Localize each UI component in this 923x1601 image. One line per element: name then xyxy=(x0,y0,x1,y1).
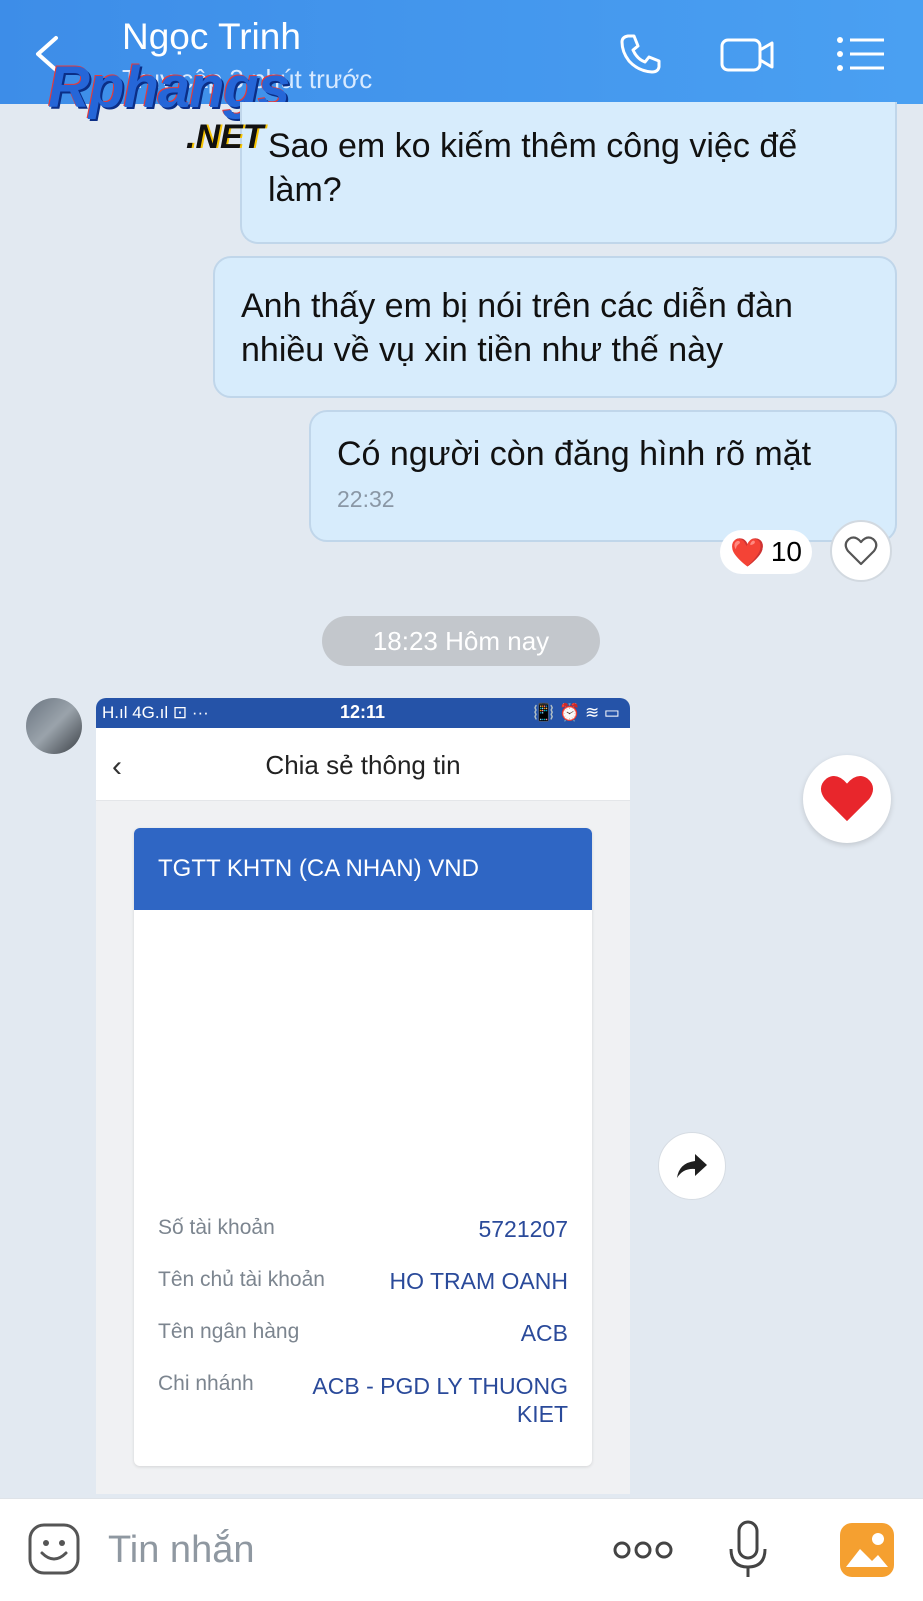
message-text: Sao em ko kiếm thêm công việc để làm? xyxy=(268,127,798,209)
more-options-icon[interactable] xyxy=(612,1535,674,1565)
heart-filled-icon xyxy=(820,776,874,822)
account-type-header: TGTT KHTN (CA NHAN) VND xyxy=(134,828,592,910)
screenshot-title: Chia sẻ thông tin xyxy=(265,750,461,780)
row-value: ACB xyxy=(520,1320,568,1346)
video-camera-icon[interactable] xyxy=(718,28,778,80)
sticker-emoji-icon[interactable] xyxy=(26,1521,82,1577)
row-label: Chi nhánh xyxy=(158,1372,254,1395)
forward-button[interactable] xyxy=(658,1132,726,1200)
signal-indicators: H.ıl 4G.ıl ⊡ ··· xyxy=(102,703,209,722)
contact-name[interactable]: Ngọc Trinh xyxy=(122,16,301,58)
microphone-icon[interactable] xyxy=(726,1519,770,1581)
message-text: Anh thấy em bị nói trên các diễn đàn nhi… xyxy=(241,287,793,369)
screenshot-nav-bar: ‹ Chia sẻ thông tin xyxy=(96,728,630,801)
row-value: ACB - PGD LY THUONG KIET xyxy=(312,1373,568,1427)
list-menu-icon[interactable] xyxy=(834,28,890,80)
sent-message-bubble[interactable]: Sao em ko kiếm thêm công việc để làm? xyxy=(240,102,897,244)
like-heart-button[interactable] xyxy=(830,520,892,582)
row-label: Tên chủ tài khoản xyxy=(158,1268,325,1291)
heart-reaction-button[interactable] xyxy=(803,755,891,843)
row-label: Số tài khoản xyxy=(158,1216,275,1239)
row-value: HO TRAM OANH xyxy=(389,1268,568,1294)
message-composer xyxy=(0,1498,923,1601)
bank-account-card: TGTT KHTN (CA NHAN) VND Số tài khoản 572… xyxy=(134,828,592,1466)
sent-message-bubble[interactable]: Anh thấy em bị nói trên các diễn đàn nhi… xyxy=(213,256,897,398)
message-text: Có người còn đăng hình rõ mặt xyxy=(337,435,812,473)
forward-arrow-icon xyxy=(677,1154,707,1178)
heart-outline-icon xyxy=(844,536,878,566)
row-value: 5721207 xyxy=(478,1216,568,1242)
row-label: Tên ngân hàng xyxy=(158,1320,300,1343)
screenshot-status-bar: H.ıl 4G.ıl ⊡ ··· 12:11 📳 ⏰ ≋ ▭ xyxy=(96,698,630,728)
phone-icon[interactable] xyxy=(614,28,666,80)
message-time: 22:32 xyxy=(337,486,395,512)
screenshot-clock: 12:11 xyxy=(340,702,386,722)
sent-message-bubble[interactable]: Có người còn đăng hình rõ mặt 22:32 xyxy=(309,410,897,542)
message-input[interactable] xyxy=(106,1523,570,1577)
shared-image-message[interactable]: H.ıl 4G.ıl ⊡ ··· 12:11 📳 ⏰ ≋ ▭ ‹ Chia sẻ… xyxy=(96,698,630,1494)
reaction-badge[interactable]: ❤️ 10 xyxy=(720,530,812,574)
date-separator: 18:23 Hôm nay xyxy=(322,616,600,666)
status-icons: 📳 ⏰ ≋ ▭ xyxy=(533,703,620,722)
avatar[interactable] xyxy=(26,698,82,754)
watermark-suffix: .NET xyxy=(186,118,264,156)
reaction-count: 10 xyxy=(770,536,803,567)
heart-reaction-icon: ❤️ xyxy=(729,536,765,568)
photo-gallery-icon[interactable] xyxy=(838,1521,896,1579)
